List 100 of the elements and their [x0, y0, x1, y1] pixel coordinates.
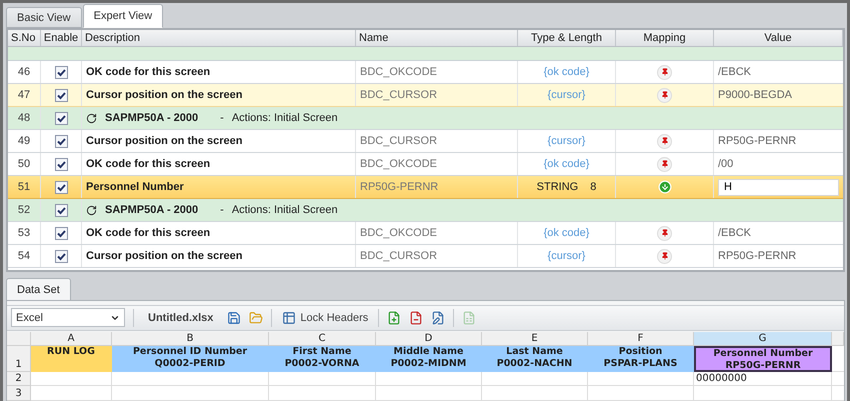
column-letter[interactable]: F — [588, 332, 694, 346]
length-text: 8 — [590, 181, 596, 193]
sheet-cell[interactable] — [588, 386, 694, 401]
view-tab[interactable]: Basic View — [6, 7, 82, 28]
step-row[interactable]: 46 OK code for this screen BDC_OKCODE {ok code} /EBCK — [8, 61, 843, 84]
type-text: {cursor} — [548, 135, 586, 147]
header-cell[interactable]: Personnel Number RP50G-PERNR — [694, 346, 832, 372]
header-cell[interactable]: Personnel ID Number Q0002-PERID — [112, 346, 269, 372]
row-number: 48 — [18, 112, 30, 124]
sheet-cell[interactable] — [482, 386, 588, 401]
column-letter[interactable]: A — [31, 332, 112, 346]
type-text: STRING — [536, 181, 578, 193]
type-text: {cursor} — [548, 250, 586, 262]
column-letter[interactable]: B — [112, 332, 269, 346]
row-header[interactable]: 3 — [7, 386, 31, 401]
field-name: BDC_CURSOR — [360, 135, 438, 147]
screen-action: Actions: Initial Screen — [232, 204, 338, 216]
value-input[interactable]: H — [718, 178, 839, 196]
column-header[interactable]: Enable — [41, 30, 82, 46]
save-icon[interactable] — [227, 310, 242, 325]
pin-icon[interactable] — [657, 88, 672, 102]
column-header[interactable]: Type & Length — [518, 30, 616, 46]
step-description: OK code for this screen — [86, 227, 210, 239]
enable-checkbox[interactable] — [54, 204, 68, 216]
sheet-cell[interactable] — [112, 386, 269, 401]
screen-row[interactable]: 48 SAPMP50A - 2000 - Actions: Initial Screen — [8, 107, 843, 130]
table-icon — [282, 310, 296, 325]
column-header[interactable]: S.No — [8, 30, 41, 46]
row-header[interactable]: 2 — [7, 372, 31, 386]
enable-checkbox[interactable] — [54, 250, 68, 262]
pin-icon[interactable] — [657, 134, 672, 148]
column-header[interactable]: Name — [356, 30, 518, 46]
view-tab[interactable]: Expert View — [82, 4, 164, 28]
enable-checkbox[interactable] — [54, 158, 68, 170]
step-description: Cursor position on the screen — [86, 250, 242, 262]
row-number: 46 — [18, 66, 30, 78]
value-text: RP50G-PERNR — [718, 250, 796, 262]
pin-icon[interactable] — [657, 226, 672, 240]
sheet-cell[interactable] — [376, 386, 482, 401]
row-number: 52 — [18, 204, 30, 216]
field-name: BDC_CURSOR — [360, 89, 438, 101]
file-name: Untitled.xlsx — [148, 312, 214, 324]
header-cell[interactable]: Position PSPAR-PLANS — [588, 346, 694, 372]
add-file-icon[interactable] — [387, 310, 402, 325]
type-text: {ok code} — [544, 227, 590, 239]
folder-icon[interactable] — [249, 310, 264, 325]
screen-row[interactable]: 52 SAPMP50A - 2000 - Actions: Initial Screen — [8, 199, 843, 222]
step-row[interactable]: 47 Cursor position on the screen BDC_CURSOR {cursor} P9000-BEGDA — [8, 84, 843, 107]
enable-checkbox[interactable] — [54, 66, 68, 78]
step-description: Personnel Number — [86, 181, 184, 193]
row-header[interactable]: 1 — [7, 346, 31, 372]
header-cell[interactable]: Last Name P0002-NACHN — [482, 346, 588, 372]
remove-file-icon[interactable] — [409, 310, 424, 325]
value-text: /EBCK — [718, 66, 752, 78]
lock-headers-button[interactable]: Lock Headers — [280, 310, 370, 325]
column-header[interactable]: Mapping — [616, 30, 714, 46]
enable-checkbox[interactable] — [54, 134, 68, 148]
step-row[interactable]: 54 Cursor position on the screen BDC_CURSOR {cursor} RP50G-PERNR — [8, 245, 843, 268]
separator-text: - — [220, 204, 224, 216]
header-cell[interactable]: First Name P0002-VORNA — [269, 346, 376, 372]
step-row[interactable]: 51 Personnel Number RP50G-PERNR STRING 8 H — [8, 176, 843, 199]
row-number: 47 — [18, 89, 30, 101]
column-header[interactable]: Description — [82, 30, 356, 46]
step-row[interactable]: 49 Cursor position on the screen BDC_CURSOR {cursor} RP50G-PERNR — [8, 130, 843, 153]
field-name: BDC_OKCODE — [360, 66, 438, 78]
value-text: P9000-BEGDA — [718, 89, 792, 101]
value-text: RP50G-PERNR — [718, 135, 796, 147]
type-text: {cursor} — [548, 89, 586, 101]
enable-checkbox[interactable] — [54, 112, 68, 124]
enable-checkbox[interactable] — [54, 88, 68, 102]
column-header[interactable]: Value — [714, 30, 843, 46]
step-row[interactable]: 53 OK code for this screen BDC_OKCODE {ok code} /EBCK — [8, 222, 843, 245]
pin-icon[interactable] — [657, 156, 672, 172]
step-description: Cursor position on the screen — [86, 89, 242, 101]
step-description: OK code for this screen — [86, 158, 210, 170]
value-text: /EBCK — [718, 227, 752, 239]
column-letter[interactable]: E — [482, 332, 588, 346]
pin-icon[interactable] — [657, 248, 672, 264]
enable-checkbox[interactable] — [54, 180, 68, 194]
screen-action: Actions: Initial Screen — [232, 112, 338, 124]
sheet-cell[interactable] — [31, 386, 112, 401]
value-text: /00 — [718, 158, 734, 170]
column-letter[interactable]: C — [269, 332, 376, 346]
row-number: 51 — [18, 181, 30, 193]
column-letter[interactable]: D — [376, 332, 482, 346]
pin-icon[interactable] — [657, 64, 672, 80]
refresh-icon — [86, 204, 97, 216]
enable-checkbox[interactable] — [54, 226, 68, 240]
step-row[interactable]: 50 OK code for this screen BDC_OKCODE {ok code} /00 — [8, 153, 843, 176]
column-letter[interactable]: G — [694, 332, 832, 346]
sheet-cell[interactable] — [269, 386, 376, 401]
header-cell[interactable]: RUN LOG — [31, 346, 112, 372]
sheet-cell[interactable] — [694, 386, 832, 401]
data-set-tab[interactable]: Data Set — [6, 278, 71, 300]
row-number: 54 — [18, 250, 30, 262]
screen-name: SAPMP50A - 2000 — [105, 204, 198, 216]
edit-file-icon[interactable] — [431, 310, 446, 325]
field-name: BDC_OKCODE — [360, 158, 438, 170]
format-dropdown[interactable]: Excel — [11, 308, 125, 328]
header-cell[interactable]: Middle Name P0002-MIDNM — [376, 346, 482, 372]
